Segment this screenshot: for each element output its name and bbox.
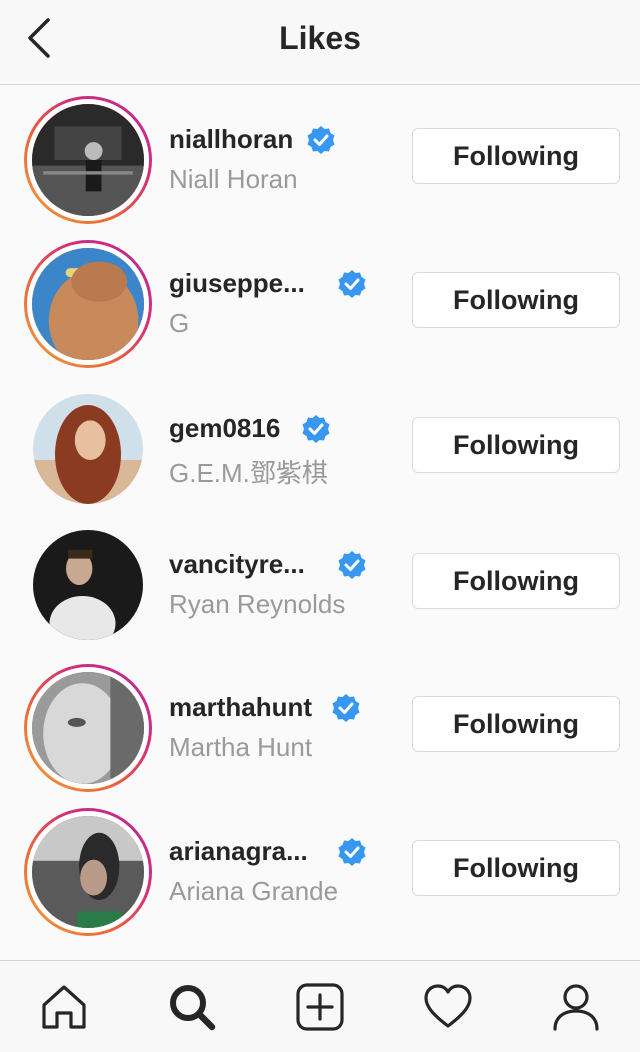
full-name: Ryan Reynolds <box>169 589 346 619</box>
profile-icon <box>553 984 599 1031</box>
avatar-story-ring[interactable] <box>24 664 152 792</box>
avatar-story-ring[interactable] <box>24 240 152 368</box>
verified-badge-icon <box>338 270 366 298</box>
verified-badge-icon <box>338 838 366 866</box>
avatar-wrapper[interactable] <box>24 385 152 513</box>
verified-badge-icon <box>302 415 330 443</box>
username[interactable]: arianagra... <box>169 836 308 867</box>
following-button[interactable]: Following <box>412 272 620 328</box>
full-name: G <box>169 308 190 338</box>
tab-home[interactable] <box>38 981 90 1033</box>
username[interactable]: giuseppe... <box>169 268 305 299</box>
tab-new-post[interactable] <box>294 981 346 1033</box>
following-button[interactable]: Following <box>412 553 620 609</box>
list-item: niallhoran Niall Horan Following <box>0 86 640 230</box>
username[interactable]: vancityre... <box>169 549 305 580</box>
add-post-icon <box>296 983 344 1031</box>
list-item: giuseppe... G Following <box>0 230 640 382</box>
avatar <box>27 811 149 933</box>
heart-icon <box>424 984 472 1028</box>
home-icon <box>42 985 86 1029</box>
avatar <box>33 530 143 640</box>
avatar <box>33 394 143 504</box>
list-item: marthahunt Martha Hunt Following <box>0 654 640 806</box>
username[interactable]: marthahunt <box>169 692 312 723</box>
list-item: gem0816 G.E.M.鄧紫棋 Following <box>0 382 640 518</box>
username[interactable]: niallhoran <box>169 124 293 155</box>
avatar-story-ring[interactable] <box>24 808 152 936</box>
top-nav-bar: Likes <box>0 0 640 85</box>
following-button[interactable]: Following <box>412 128 620 184</box>
tab-activity[interactable] <box>422 981 474 1033</box>
full-name: G.E.M.鄧紫棋 <box>169 458 328 488</box>
following-button[interactable]: Following <box>412 696 620 752</box>
avatar <box>27 667 149 789</box>
list-item: vancityre... Ryan Reynolds Following <box>0 518 640 654</box>
page-title: Likes <box>279 20 361 56</box>
username[interactable]: gem0816 <box>169 413 280 444</box>
following-button[interactable]: Following <box>412 840 620 896</box>
avatar-wrapper[interactable] <box>24 521 152 649</box>
avatar <box>27 243 149 365</box>
verified-badge-icon <box>332 694 360 722</box>
tab-search[interactable] <box>166 981 218 1033</box>
full-name: Ariana Grande <box>169 876 339 906</box>
verified-badge-icon <box>307 126 335 154</box>
full-name: Martha Hunt <box>169 732 313 762</box>
tab-profile[interactable] <box>550 981 602 1033</box>
avatar <box>27 99 149 221</box>
full-name: Niall Horan <box>169 164 298 194</box>
bottom-tab-bar <box>0 960 640 1052</box>
verified-badge-icon <box>338 551 366 579</box>
likes-list: niallhoran Niall Horan Following giusepp… <box>0 86 640 936</box>
search-icon <box>170 985 216 1031</box>
avatar-story-ring[interactable] <box>24 96 152 224</box>
following-button[interactable]: Following <box>412 417 620 473</box>
